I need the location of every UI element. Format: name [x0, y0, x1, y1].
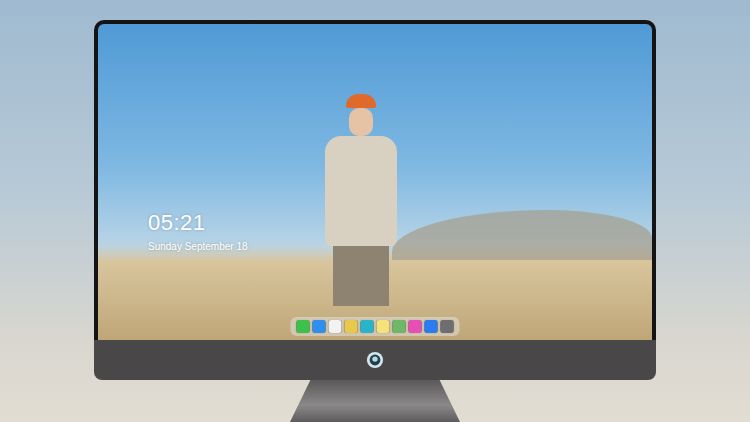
app-icon[interactable] — [329, 320, 342, 333]
app-icon[interactable] — [441, 320, 454, 333]
monitor: 05:21 Sunday September 18 — [94, 20, 656, 422]
app-icon[interactable] — [393, 320, 406, 333]
app-icon[interactable] — [345, 320, 358, 333]
lock-screen: 05:21 Sunday September 18 — [98, 24, 652, 340]
dock — [291, 317, 460, 336]
screen-frame: 05:21 Sunday September 18 — [94, 20, 656, 340]
clock-date: Sunday September 18 — [148, 240, 248, 253]
app-icon[interactable] — [297, 320, 310, 333]
app-icon[interactable] — [377, 320, 390, 333]
app-icon[interactable] — [361, 320, 374, 333]
wallpaper-person — [323, 94, 398, 314]
lock-clock: 05:21 Sunday September 18 — [148, 210, 248, 253]
clock-time: 05:21 — [148, 210, 248, 236]
app-icon[interactable] — [313, 320, 326, 333]
monitor-chin — [94, 340, 656, 380]
monitor-stand — [290, 380, 460, 422]
brand-logo-icon — [366, 351, 384, 369]
app-icon[interactable] — [425, 320, 438, 333]
app-icon[interactable] — [409, 320, 422, 333]
